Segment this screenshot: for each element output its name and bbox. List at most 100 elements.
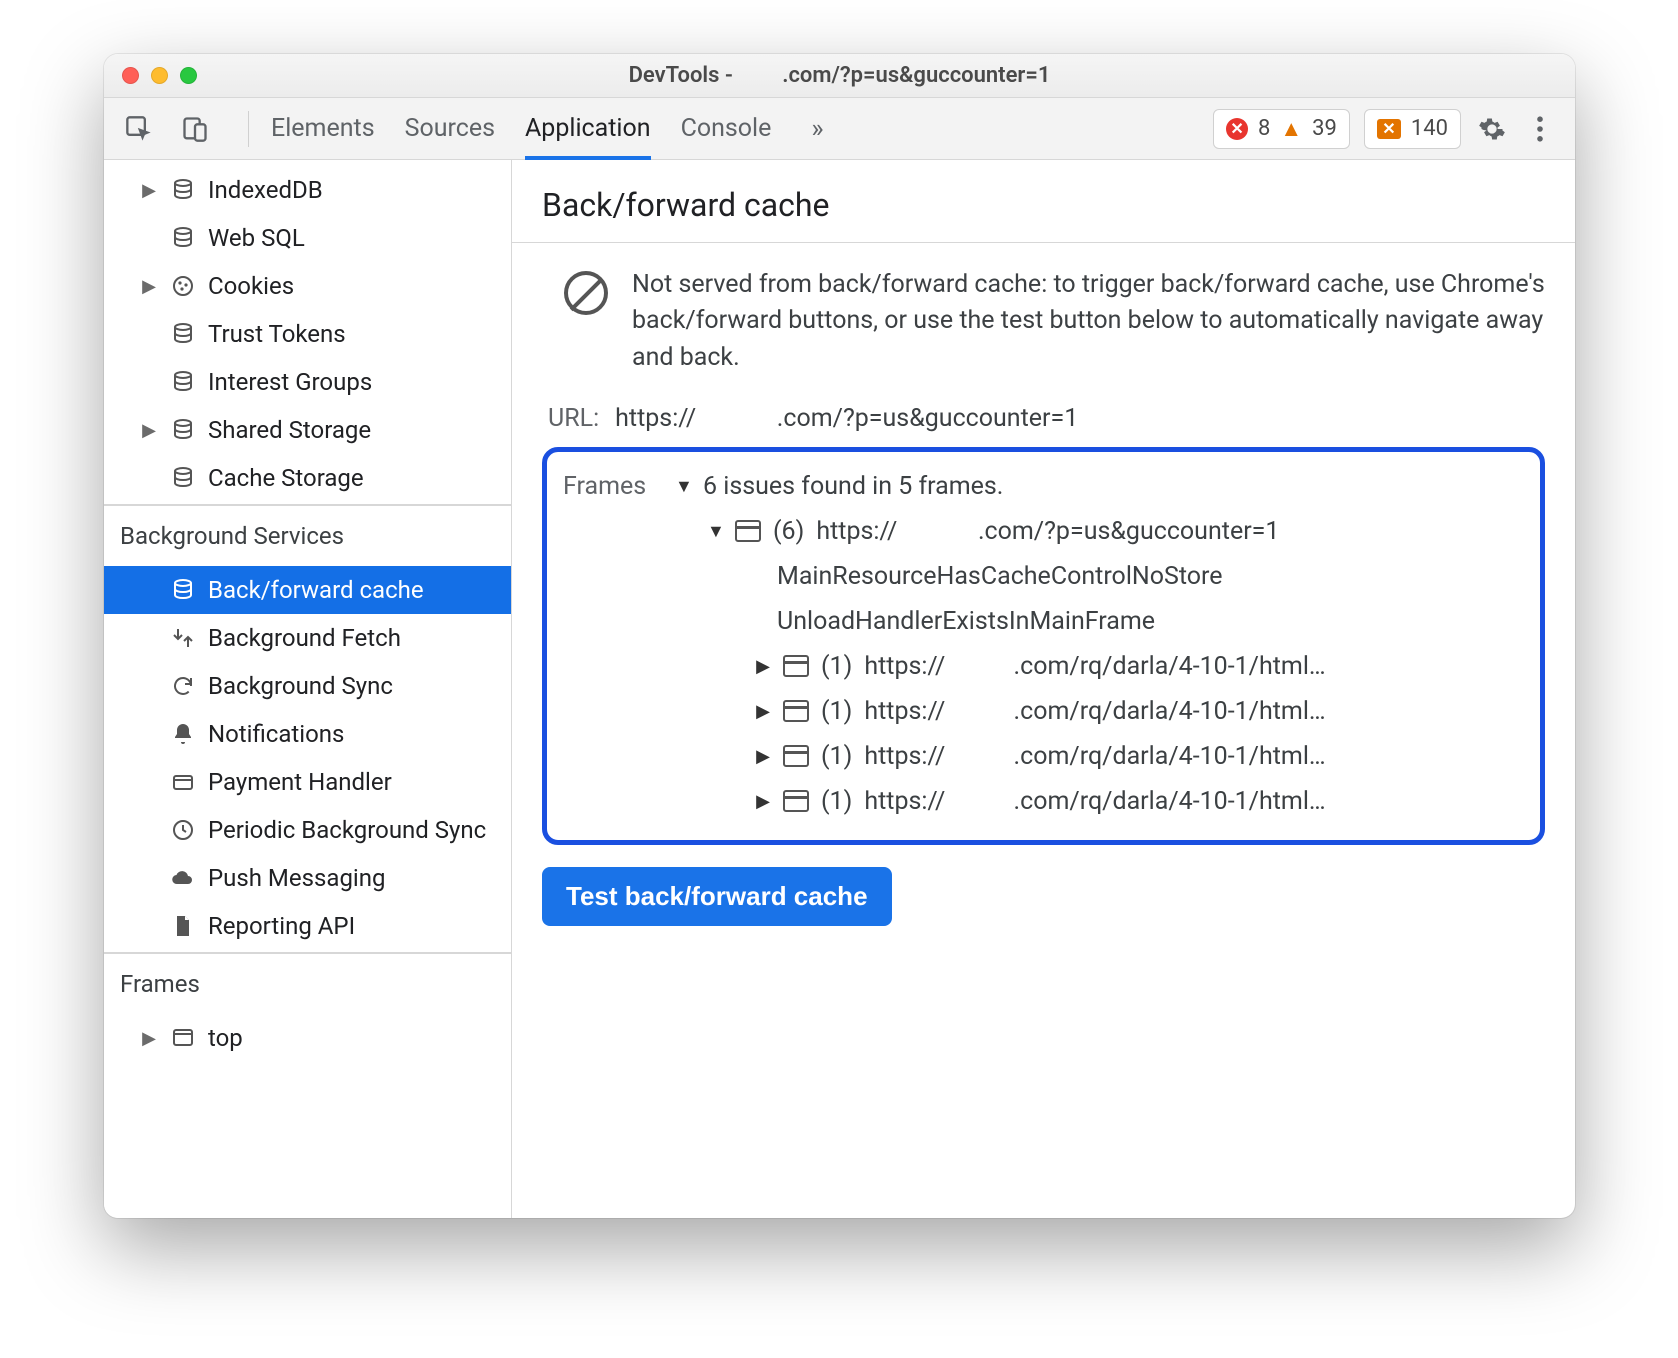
- sidebar-item-label: Background Sync: [208, 672, 501, 700]
- more-icon[interactable]: [1523, 112, 1557, 146]
- minimize-window[interactable]: [151, 67, 168, 84]
- frame-url: https:// .com/rq/darla/4-10-1/html…: [864, 697, 1524, 726]
- error-icon: ✕: [1226, 118, 1248, 140]
- frame-child-row[interactable]: ▶ (1) https:// .com/rq/darla/4-10-1/html…: [559, 779, 1528, 824]
- frames-summary-text: 6 issues found in 5 frames.: [703, 472, 1003, 501]
- sidebar-item-push-messaging[interactable]: ▶Push Messaging: [104, 854, 511, 902]
- sync-icon: [170, 673, 196, 699]
- chevron-down-icon: ▼: [707, 521, 723, 542]
- sidebar-item-label: Background Fetch: [208, 624, 501, 652]
- window-title: DevTools - .com/?p=us&guccounter=1: [104, 63, 1575, 88]
- issue-count: (1): [821, 787, 852, 816]
- sidebar-item-cookies[interactable]: ▶Cookies: [104, 262, 511, 310]
- frame-icon: [783, 700, 809, 722]
- gear-icon[interactable]: [1475, 112, 1509, 146]
- frame-icon: [170, 1025, 196, 1051]
- sidebar-item-label: Cache Storage: [208, 464, 501, 492]
- notice-text: Not served from back/forward cache: to t…: [632, 267, 1545, 376]
- chevron-right-icon: ▶: [755, 746, 771, 767]
- sidebar-item-payment-handler[interactable]: ▶Payment Handler: [104, 758, 511, 806]
- sidebar-item-interest-groups[interactable]: ▶Interest Groups: [104, 358, 511, 406]
- application-sidebar: ▶IndexedDB▶Web SQL▶Cookies▶Trust Tokens▶…: [104, 160, 512, 1218]
- errors-warnings-pill[interactable]: ✕ 8 ▲ 39: [1213, 109, 1350, 149]
- frame-root-row[interactable]: ▼ (6) https:// .com/?p=us&guccounter=1: [559, 509, 1528, 554]
- sidebar-item-indexeddb[interactable]: ▶ IndexedDB: [104, 166, 511, 214]
- devtools-toolbar: Elements Sources Application Console » ✕…: [104, 98, 1575, 160]
- tab-application[interactable]: Application: [525, 98, 651, 159]
- sidebar-item-label: Back/forward cache: [208, 576, 501, 604]
- url-row: URL: https:// .com/?p=us&guccounter=1: [548, 404, 1545, 433]
- sidebar-item-reporting-api[interactable]: ▶Reporting API: [104, 902, 511, 950]
- issue-count: (1): [821, 697, 852, 726]
- db-icon: [170, 417, 196, 443]
- sidebar-item-web-sql[interactable]: ▶Web SQL: [104, 214, 511, 262]
- bfcache-notice: Not served from back/forward cache: to t…: [564, 267, 1545, 376]
- main-panel: Back/forward cache Not served from back/…: [512, 160, 1575, 1218]
- url-label: URL:: [548, 404, 599, 433]
- tab-elements[interactable]: Elements: [271, 98, 375, 159]
- frame-url: https:// .com/?p=us&guccounter=1: [816, 517, 1524, 546]
- sidebar-item-top[interactable]: ▶top: [104, 1014, 511, 1062]
- frame-url: https:// .com/rq/darla/4-10-1/html…: [864, 742, 1524, 771]
- sidebar-item-label: Trust Tokens: [208, 320, 501, 348]
- sidebar-item-notifications[interactable]: ▶Notifications: [104, 710, 511, 758]
- chevron-right-icon: ▶: [140, 180, 158, 201]
- frame-child-row[interactable]: ▶ (1) https:// .com/rq/darla/4-10-1/html…: [559, 734, 1528, 779]
- sidebar-item-periodic-background-sync[interactable]: ▶Periodic Background Sync: [104, 806, 511, 854]
- issue-count: (1): [821, 742, 852, 771]
- sidebar-item-cache-storage[interactable]: ▶Cache Storage: [104, 454, 511, 502]
- bfcache-reason: UnloadHandlerExistsInMainFrame: [777, 607, 1155, 636]
- sidebar-item-label: Payment Handler: [208, 768, 501, 796]
- sidebar-item-shared-storage[interactable]: ▶Shared Storage: [104, 406, 511, 454]
- chevron-right-icon: ▶: [140, 420, 158, 441]
- sidebar-item-label: Reporting API: [208, 912, 501, 940]
- inspect-element-icon[interactable]: [122, 112, 156, 146]
- db-icon: [170, 177, 196, 203]
- frames-summary-row[interactable]: Frames ▼ 6 issues found in 5 frames.: [559, 464, 1528, 509]
- sidebar-item-label: top: [208, 1024, 501, 1052]
- frame-url: https:// .com/rq/darla/4-10-1/html…: [864, 652, 1524, 681]
- cloud-icon: [170, 865, 196, 891]
- frame-url: https:// .com/rq/darla/4-10-1/html…: [864, 787, 1524, 816]
- devtools-window: DevTools - .com/?p=us&guccounter=1: [104, 54, 1575, 1218]
- sidebar-item-label: IndexedDB: [208, 176, 501, 204]
- close-window[interactable]: [122, 67, 139, 84]
- sidebar-item-background-sync[interactable]: ▶Background Sync: [104, 662, 511, 710]
- chevron-right-icon: ▶: [755, 791, 771, 812]
- bell-icon: [170, 721, 196, 747]
- frame-child-row[interactable]: ▶ (1) https:// .com/rq/darla/4-10-1/html…: [559, 689, 1528, 734]
- sidebar-item-background-fetch[interactable]: ▶Background Fetch: [104, 614, 511, 662]
- frame-icon: [783, 790, 809, 812]
- sidebar-heading-frames: Frames: [104, 952, 511, 1008]
- message-count: 140: [1411, 116, 1448, 141]
- cookie-icon: [170, 273, 196, 299]
- tab-console[interactable]: Console: [681, 98, 772, 159]
- titlebar: DevTools - .com/?p=us&guccounter=1: [104, 54, 1575, 98]
- panel-heading: Back/forward cache: [512, 160, 1575, 243]
- sidebar-item-trust-tokens[interactable]: ▶Trust Tokens: [104, 310, 511, 358]
- sidebar-item-back-forward-cache[interactable]: ▶Back/forward cache: [104, 566, 511, 614]
- window-controls: [122, 67, 197, 84]
- db-icon: [170, 369, 196, 395]
- frames-label: Frames: [563, 472, 663, 501]
- db-icon: [170, 321, 196, 347]
- frame-icon: [735, 520, 761, 542]
- tabs-overflow-icon[interactable]: »: [801, 98, 833, 159]
- frame-child-row[interactable]: ▶(1)https:// .com/rq/darla/4-10-1/html…: [559, 644, 1528, 689]
- sidebar-item-label: Web SQL: [208, 224, 501, 252]
- zoom-window[interactable]: [180, 67, 197, 84]
- warning-icon: ▲: [1280, 116, 1302, 142]
- tab-sources[interactable]: Sources: [405, 98, 495, 159]
- messages-pill[interactable]: ✕ 140: [1364, 109, 1461, 149]
- device-toggle-icon[interactable]: [178, 112, 212, 146]
- chevron-right-icon: ▶: [755, 701, 771, 722]
- sidebar-item-label: Cookies: [208, 272, 501, 300]
- file-icon: [170, 913, 196, 939]
- sidebar-item-label: Interest Groups: [208, 368, 501, 396]
- chevron-down-icon: ▼: [675, 476, 691, 497]
- test-bfcache-button[interactable]: Test back/forward cache: [542, 867, 892, 926]
- panel-tabs: Elements Sources Application Console »: [263, 98, 834, 159]
- issue-count: (6): [773, 517, 804, 546]
- chevron-right-icon: ▶: [755, 656, 771, 677]
- db-icon: [170, 465, 196, 491]
